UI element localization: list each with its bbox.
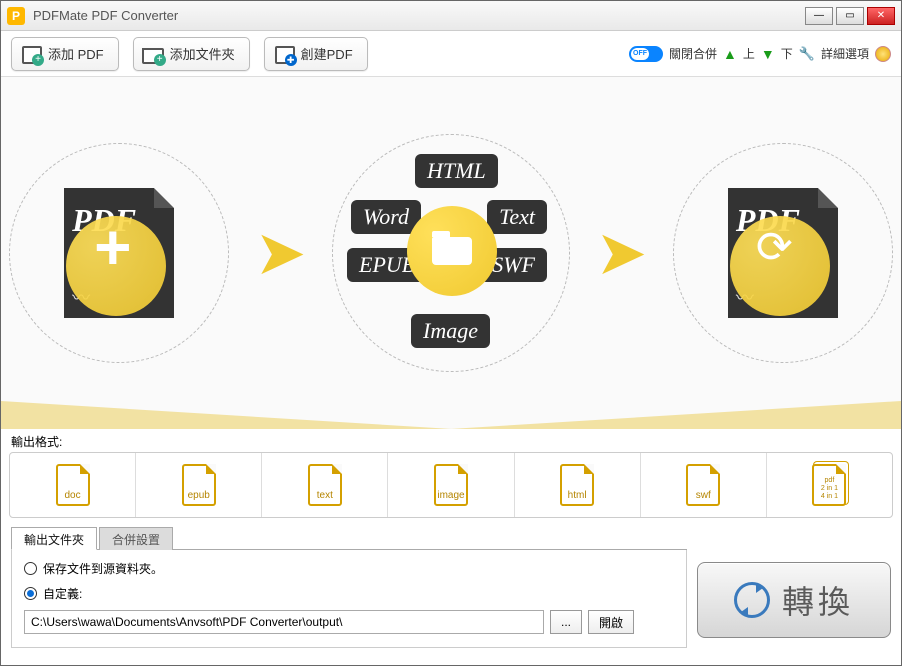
format-option-epub[interactable]: epub	[136, 453, 262, 517]
radio-save-source[interactable]	[24, 562, 37, 575]
format-option-image[interactable]: image	[388, 453, 514, 517]
move-up-icon[interactable]: ▲	[723, 46, 737, 62]
format-text: Text	[487, 200, 547, 234]
add-folder-button[interactable]: 添加文件夾	[133, 37, 250, 71]
tab-merge-settings[interactable]: 合併設置	[99, 527, 173, 550]
bottom-panel: 輸出文件夾 合併設置 保存文件到源資料夾。 自定義: ... 開啟	[1, 518, 901, 658]
output-folder-panel: 保存文件到源資料夾。 自定義: ... 開啟	[11, 550, 687, 648]
merge-toggle-label: 關閉合併	[669, 45, 717, 62]
radio-custom-label: 自定義:	[43, 585, 82, 602]
add-folder-label: 添加文件夾	[170, 44, 235, 63]
move-down-icon[interactable]: ▼	[761, 46, 775, 62]
build-pdf-label: 創建PDF	[301, 44, 353, 63]
close-button[interactable]: ✕	[867, 7, 895, 25]
format-option-text[interactable]: text	[262, 453, 388, 517]
html-icon: html	[560, 464, 594, 506]
output-format-label: 輸出格式:	[1, 429, 901, 452]
toolbar-right: OFF 關閉合併 ▲ 上 ▼ 下 🔧 詳細選項	[629, 45, 891, 62]
window-controls: — ▭ ✕	[805, 7, 895, 25]
format-image: Image	[411, 314, 490, 348]
merge-toggle[interactable]: OFF	[629, 46, 663, 62]
advanced-options-link[interactable]: 詳細選項	[821, 45, 869, 62]
output-path-input[interactable]	[24, 610, 544, 634]
pdf-multi-icon: pdf2 in 14 in 1	[812, 464, 846, 506]
image-icon: image	[434, 464, 468, 506]
epub-icon: epub	[182, 464, 216, 506]
move-down-label[interactable]: 下	[781, 45, 793, 62]
output-format-bar: doc epub text image html swf pdf2 in 14 …	[9, 452, 893, 518]
output-circle[interactable]: PDF 〰 ⟳	[673, 143, 893, 363]
doc-icon: doc	[56, 464, 90, 506]
format-word: Word	[351, 200, 421, 234]
toggle-state: OFF	[631, 48, 649, 60]
format-option-html[interactable]: html	[515, 453, 641, 517]
add-pdf-button[interactable]: 添加 PDF	[11, 37, 119, 71]
workflow-canvas: PDF 〰 + ➤ HTML Word Text EPUB SWF Image	[1, 77, 901, 429]
folder-icon	[432, 237, 472, 265]
minimize-button[interactable]: —	[805, 7, 833, 25]
build-pdf-icon	[273, 44, 295, 64]
convert-icon	[734, 582, 770, 618]
add-pdf-label: 添加 PDF	[48, 44, 104, 63]
format-html: HTML	[415, 154, 498, 188]
format-option-swf[interactable]: swf	[641, 453, 767, 517]
text-icon: text	[308, 464, 342, 506]
app-window: P PDFMate PDF Converter — ▭ ✕ 添加 PDF 添加文…	[0, 0, 902, 666]
tab-output-folder[interactable]: 輸出文件夾	[11, 527, 97, 550]
workflow-stage: PDF 〰 + ➤ HTML Word Text EPUB SWF Image	[1, 77, 901, 429]
arrow-icon: ➤	[257, 220, 304, 286]
formats-circle[interactable]: HTML Word Text EPUB SWF Image	[332, 134, 570, 372]
window-title: PDFMate PDF Converter	[33, 8, 805, 23]
language-icon[interactable]	[875, 46, 891, 62]
build-pdf-button[interactable]: 創建PDF	[264, 37, 368, 71]
add-pdf-icon	[20, 44, 42, 64]
add-folder-icon	[142, 44, 164, 64]
radio-custom[interactable]	[24, 587, 37, 600]
plus-icon: +	[94, 210, 131, 284]
output-settings-panel: 輸出文件夾 合併設置 保存文件到源資料夾。 自定義: ... 開啟	[11, 526, 687, 648]
move-up-label[interactable]: 上	[743, 45, 755, 62]
wrench-icon: 🔧	[799, 46, 815, 62]
app-logo-icon: P	[7, 7, 25, 25]
arrow-icon: ➤	[598, 220, 645, 286]
open-folder-button[interactable]: 開啟	[588, 610, 634, 634]
source-circle[interactable]: PDF 〰 +	[9, 143, 229, 363]
settings-tabs: 輸出文件夾 合併設置	[11, 526, 687, 550]
format-option-doc[interactable]: doc	[10, 453, 136, 517]
format-option-pdf[interactable]: pdf2 in 14 in 1	[767, 453, 892, 517]
recycle-icon: ⟳	[756, 222, 793, 273]
browse-button[interactable]: ...	[550, 610, 582, 634]
convert-button[interactable]: 轉換	[697, 562, 891, 638]
titlebar: P PDFMate PDF Converter — ▭ ✕	[1, 1, 901, 31]
center-folder-bubble	[407, 206, 497, 296]
maximize-button[interactable]: ▭	[836, 7, 864, 25]
radio-save-source-label: 保存文件到源資料夾。	[43, 560, 163, 577]
main-toolbar: 添加 PDF 添加文件夾 創建PDF OFF 關閉合併 ▲ 上 ▼ 下 🔧 詳細選項	[1, 31, 901, 77]
swf-icon: swf	[686, 464, 720, 506]
convert-label: 轉換	[782, 577, 854, 623]
